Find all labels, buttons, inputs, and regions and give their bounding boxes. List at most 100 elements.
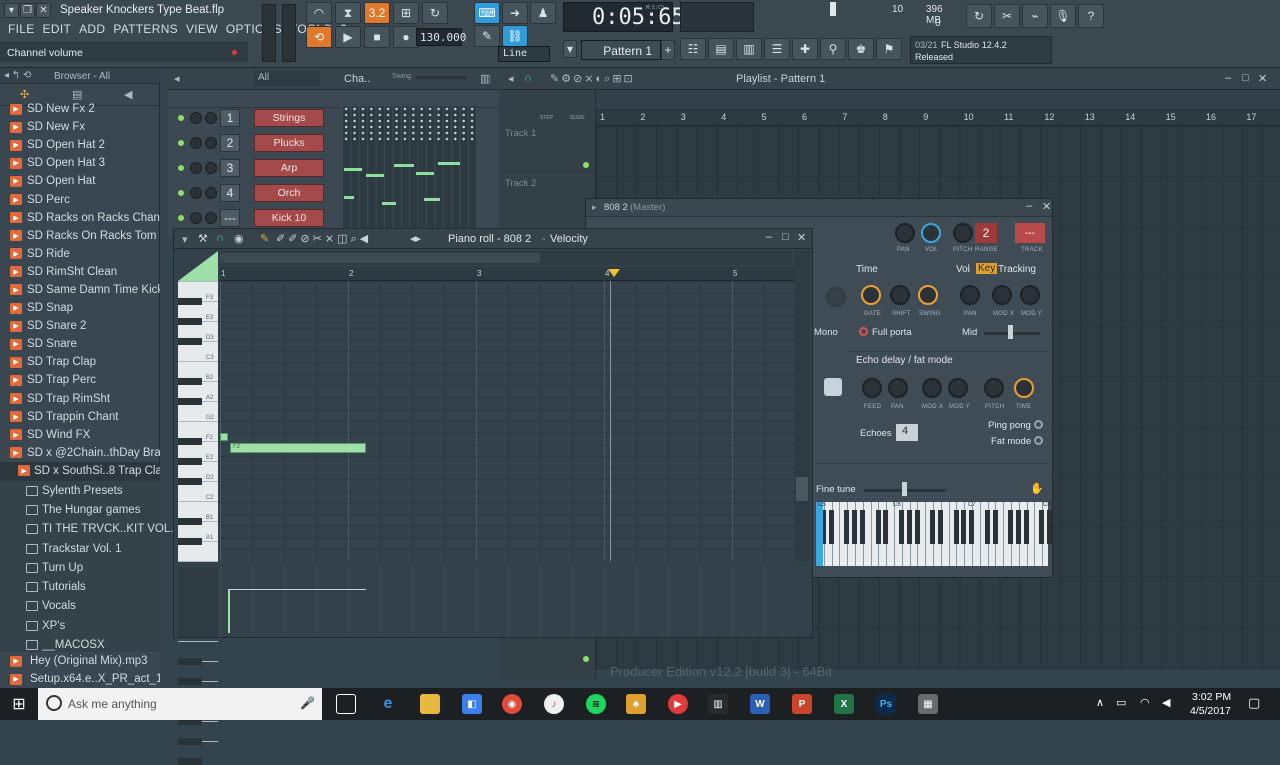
browser-folder[interactable]: The Hungar games (0, 500, 160, 519)
playlist-scrollbar[interactable] (596, 90, 1280, 110)
stop-button[interactable]: ■ (364, 26, 390, 48)
browser-title[interactable]: Browser - All (54, 71, 110, 82)
arrow-icon[interactable]: ➜ (502, 2, 528, 24)
channel-mute-led-icon[interactable] (178, 215, 184, 221)
tracking-mod-x-knob[interactable] (992, 285, 1012, 305)
channel-name-button[interactable]: Strings (254, 109, 324, 127)
plugin-close-icon[interactable]: ✕ (1042, 200, 1051, 213)
full-porta-radio[interactable] (859, 327, 868, 336)
browser-folder[interactable]: Trackstar Vol. 1 (0, 539, 160, 558)
channel-mixer-number[interactable]: 2 (220, 134, 240, 152)
channel-mixer-number[interactable]: --- (220, 209, 240, 227)
browser-item[interactable]: ▶ SD New Fx 2 (0, 100, 160, 118)
tracking-mid-handle[interactable] (1008, 325, 1013, 339)
menu-view[interactable]: VIEW (186, 22, 218, 36)
slide-knob[interactable] (826, 287, 846, 307)
network-icon[interactable]: ▭ (1116, 696, 1126, 709)
browser-item[interactable]: ▶ SD x @2Chain..thDay Brass (0, 444, 160, 462)
channel-mixer-number[interactable]: 1 (220, 109, 240, 127)
browser-item[interactable]: ▶ SD Perc (0, 190, 160, 208)
edge-icon[interactable]: e (378, 694, 398, 714)
channel-pan-knob[interactable] (190, 212, 202, 224)
swing-slider[interactable] (416, 76, 466, 79)
pattern-menu-icon[interactable]: ▾ (563, 40, 577, 58)
channel-pan-knob[interactable] (190, 162, 202, 174)
master-pitch-slider[interactable] (282, 4, 296, 62)
channel-rack-icon[interactable]: ▥ (736, 38, 762, 60)
root-note-keyboard[interactable]: C5 C6 C7 C8 (816, 502, 1053, 566)
browser-item[interactable]: ▶ SD Open Hat 3 (0, 154, 160, 172)
channel-volume-knob[interactable] (205, 187, 217, 199)
channel-mixer-number[interactable]: 3 (220, 159, 240, 177)
browser-item[interactable]: ▶ SD Wind FX (0, 426, 160, 444)
restore-icon[interactable]: ❐ (20, 3, 35, 18)
link-icon[interactable]: ⛓ (502, 25, 528, 47)
channel-pan-knob[interactable] (190, 137, 202, 149)
plugin-minimize-icon[interactable]: – (1026, 200, 1032, 212)
event-editor[interactable] (220, 567, 794, 637)
pat-song-toggle[interactable]: ⟲ (306, 26, 332, 48)
metronome-alt-icon[interactable]: ♟ (530, 2, 556, 24)
channel-volume-knob[interactable] (205, 162, 217, 174)
note-small[interactable] (220, 433, 228, 441)
action-center-icon[interactable]: ▢ (1248, 695, 1260, 711)
clock-time[interactable]: 3:02 PM (1192, 691, 1231, 703)
browser-item[interactable]: ▶ SD Open Hat 2 (0, 136, 160, 154)
chrome-icon[interactable]: ◉ (502, 694, 522, 714)
undo-icon[interactable]: ↻ (966, 4, 992, 28)
vscroll-thumb[interactable] (796, 477, 808, 501)
rack-menu-icon[interactable]: ◂ (174, 72, 180, 85)
tempo-display[interactable]: 130.000 (416, 28, 466, 46)
store-icon[interactable]: ◧ (462, 694, 482, 714)
echo-selector[interactable] (824, 378, 842, 396)
channel-volume-knob[interactable] (205, 112, 217, 124)
playhead-marker-icon[interactable] (608, 269, 620, 277)
channel-name-button[interactable]: Plucks (254, 134, 324, 152)
browser-folder[interactable]: Vocals (0, 597, 160, 616)
piano-roll-menu-icon[interactable]: ▾ (182, 233, 188, 246)
pattern-name[interactable]: Pattern 1 (581, 40, 661, 60)
plugin-menu-icon[interactable]: ▸ (592, 202, 597, 213)
channel-mute-led-icon[interactable] (178, 140, 184, 146)
browser-item[interactable]: ▶ SD Same Damn Time Kick (0, 281, 160, 299)
piano-roll-arrows-icon[interactable]: ◂▸ (410, 232, 421, 245)
playlist-close-icon[interactable]: ✕ (1258, 72, 1267, 85)
excel-icon[interactable]: X (834, 694, 854, 714)
piano-roll-scrollbar[interactable] (220, 251, 792, 265)
typing-keyboard-icon[interactable]: ⌨ (474, 2, 500, 24)
audio-editor-icon[interactable]: ▥ (708, 694, 728, 714)
browser-item[interactable]: ▶ SD New Fx (0, 118, 160, 136)
browser-item[interactable]: ▶ SD Trappin Chant (0, 408, 160, 426)
clock-date[interactable]: 4/5/2017 (1190, 705, 1231, 717)
plugin-icon[interactable]: ♚ (848, 38, 874, 60)
browser-item[interactable]: ▶ SD Racks on Racks Chant (0, 209, 160, 227)
piano-keyboard[interactable]: F3 E3 D3 C3 B2 A2 G2 F2 E2 D2 C2 B1 A1 (178, 281, 218, 765)
piano-roll-preview[interactable] (342, 106, 476, 236)
photoshop-icon[interactable]: Ps (876, 694, 896, 714)
app-icon[interactable]: ▦ (918, 694, 938, 714)
piano-roll-minimize-icon[interactable]: – (766, 231, 772, 243)
browser-folder[interactable]: Turn Up (0, 558, 160, 577)
play-button[interactable]: ▶ (335, 26, 361, 48)
echo-title[interactable]: Echo delay / fat mode (856, 355, 953, 366)
wizard-icon[interactable]: ⚑ (876, 38, 902, 60)
playlist-timeline[interactable]: 1 2 3 4 5 6 7 8 9 10 11 12 13 14 15 16 17 (596, 110, 1280, 126)
magnet-icon[interactable]: ∩ (524, 72, 532, 84)
pitch-range[interactable]: 2 (975, 223, 997, 243)
channel-name-button[interactable]: Kick 10 (254, 209, 324, 227)
menu-icon[interactable]: ▾ (4, 3, 19, 18)
master-volume-slider[interactable] (262, 4, 276, 62)
playlist-tools-icon[interactable]: ✎⚙⊘⨯◐⌕⊞⊡ (550, 72, 635, 86)
browser-item[interactable]: ▶ SD Snare (0, 335, 160, 353)
menu-add[interactable]: ADD (79, 22, 105, 36)
pan-knob[interactable] (895, 223, 915, 243)
channel-mixer-number[interactable]: 4 (220, 184, 240, 202)
wrench-icon[interactable]: ⚒ (198, 232, 208, 245)
pencil-icon[interactable]: ✎ (474, 25, 500, 47)
tools-icon[interactable]: ✂ (994, 4, 1020, 28)
playlist-minimize-icon[interactable]: – (1225, 72, 1231, 84)
record-toggle-icon[interactable]: ◉ (234, 232, 244, 245)
mode-button[interactable]: 3.2 (364, 2, 390, 24)
scrollbar-thumb[interactable] (220, 253, 540, 263)
browser-nav-icon[interactable]: ◂ ↰ ⟲ (4, 70, 31, 81)
